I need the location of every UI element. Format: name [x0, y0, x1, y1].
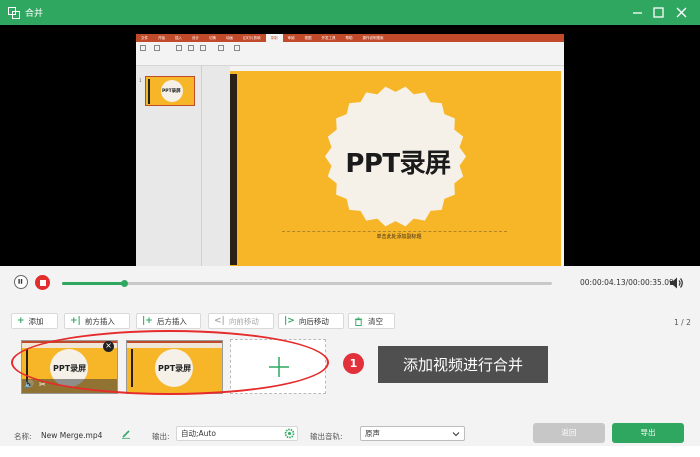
ppt-tab: 开始 [158, 36, 165, 40]
clear-button[interactable]: 清空 [348, 313, 395, 329]
output-label: 输出: [152, 432, 170, 441]
plus-icon: + [17, 316, 25, 326]
ppt-tab: 操作说明搜索 [362, 36, 384, 40]
ppt-tab: 设计 [192, 36, 199, 40]
close-icon [676, 7, 687, 18]
slide-thumbnail: PPT录屏 [145, 76, 195, 106]
move-forward-button[interactable]: <| 向前移动 [208, 313, 274, 329]
clip-page-count: 1 / 2 [674, 318, 691, 327]
thumbnail-number: 1 [139, 78, 142, 83]
ppt-tab: 视图 [304, 36, 312, 40]
window-title: 合并 [25, 9, 44, 19]
minimize-icon [633, 12, 642, 14]
volume-icon[interactable] [669, 276, 684, 290]
slide-thumbnail-panel: 1 PPT录屏 [136, 66, 202, 284]
ppt-tab: 帮助 [345, 36, 353, 40]
ppt-tab: 文件 [141, 36, 148, 40]
ribbon-export-icon [186, 45, 196, 57]
pause-icon [18, 279, 23, 284]
ribbon-screen-record-icon [174, 45, 184, 57]
tutorial-callout: 添加视频进行合并 [378, 346, 548, 383]
step-badge: 1 [343, 353, 364, 374]
insert-before-icon: +| [70, 316, 81, 326]
export-button[interactable]: 导出 [612, 423, 684, 443]
move-backward-button[interactable]: |> 向后移动 [278, 313, 344, 329]
ppt-tab: 切换 [209, 36, 216, 40]
insert-before-button[interactable]: +| 前方插入 [64, 313, 130, 329]
ppt-tab: 动画 [226, 36, 233, 40]
name-value[interactable]: New Merge.mp4 [41, 431, 102, 440]
insert-after-icon: |+ [142, 316, 153, 326]
ribbon-record-icon [138, 45, 148, 57]
chevron-down-icon [452, 432, 460, 437]
ppt-tab: 插入 [175, 36, 182, 40]
output-format-field[interactable]: 自动;Auto [176, 426, 298, 441]
ppt-tab: 审阅 [287, 36, 295, 40]
name-label: 名称: [14, 432, 32, 441]
maximize-icon [653, 7, 664, 18]
move-backward-icon: |> [284, 316, 295, 326]
minimize-button[interactable] [630, 5, 645, 20]
ppt-workspace-gutter [202, 66, 230, 284]
ppt-tab: 录制 [265, 34, 283, 42]
highlight-oval [11, 330, 329, 395]
powerpoint-frame: 文件 开始 插入 设计 切换 动画 幻灯片放映 录制 审阅 视图 开发工具 帮助 操作说明搜索 1 PP… [136, 34, 564, 284]
ppt-tab: 幻灯片放映 [243, 36, 261, 40]
close-button[interactable] [674, 5, 689, 20]
time-readout: 00:00:04.13/00:00:35.09 [580, 278, 674, 287]
insert-after-button[interactable]: |+ 后方插入 [136, 313, 201, 329]
stop-button[interactable] [35, 275, 50, 290]
ribbon-audio-icon [198, 45, 208, 57]
ribbon-publish-icon [232, 45, 242, 57]
ribbon-screenshot-icon [152, 45, 162, 57]
slide-subtitle: 单击此处添加副标题 [376, 234, 422, 240]
gear-icon[interactable] [284, 428, 295, 439]
progress-bar[interactable] [62, 280, 552, 287]
merge-app-icon [8, 7, 20, 19]
move-forward-icon: <| [214, 316, 225, 326]
maximize-button[interactable] [651, 5, 666, 20]
edit-pencil-icon[interactable] [121, 429, 131, 439]
progress-fill [62, 282, 125, 285]
title-bar: 合并 [0, 0, 700, 25]
pause-button[interactable] [14, 275, 28, 289]
add-button[interactable]: + 添加 [11, 313, 58, 329]
video-preview[interactable]: 文件 开始 插入 设计 切换 动画 幻灯片放映 录制 审阅 视图 开发工具 帮助 操作说明搜索 1 PP… [0, 25, 700, 284]
ppt-ribbon [136, 42, 564, 66]
back-button[interactable]: 返回 [533, 423, 605, 443]
trash-icon [354, 316, 363, 326]
ppt-ribbon-tabs: 文件 开始 插入 设计 切换 动画 幻灯片放映 录制 审阅 视图 开发工具 帮助 操作说明搜索 [136, 34, 564, 42]
ribbon-save-icon [216, 45, 226, 57]
clip-volume-icon[interactable]: 🔊 [24, 380, 34, 389]
thumbnail-title: PPT录屏 [162, 89, 181, 94]
audio-track-label: 输出音轨: [310, 432, 343, 441]
slide-canvas: PPT录屏 单击此处添加副标题 [230, 71, 561, 268]
slide-title: PPT录屏 [345, 149, 451, 179]
ppt-tab: 开发工具 [321, 36, 336, 40]
audio-track-select[interactable]: 原声 [360, 426, 465, 441]
